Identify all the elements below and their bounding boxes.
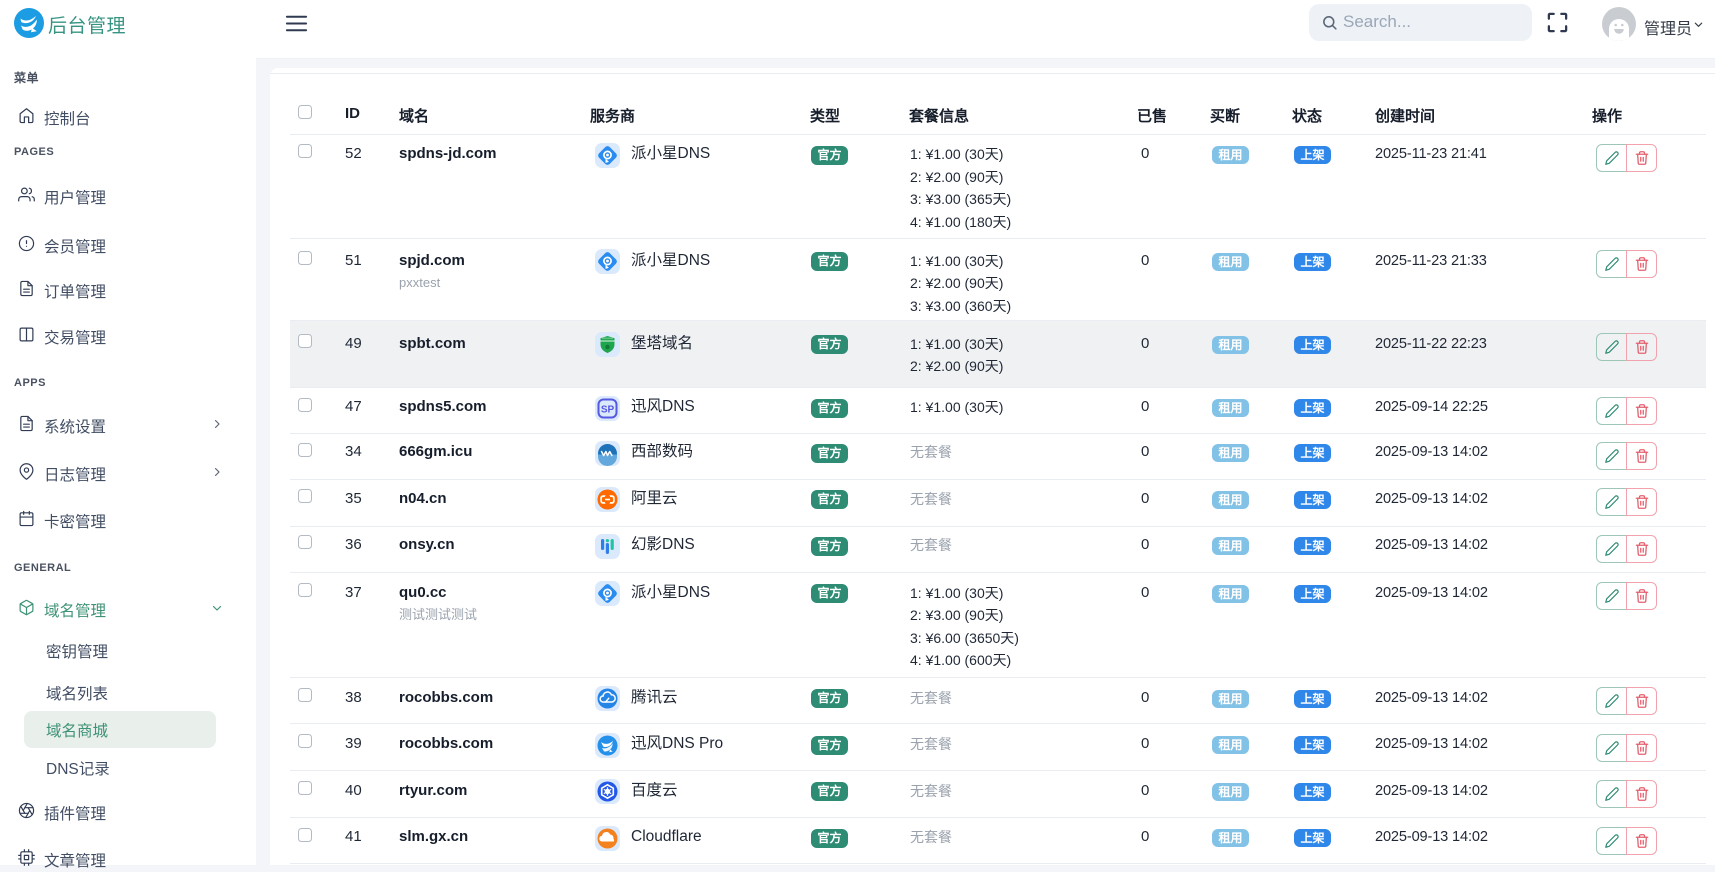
svg-text:SP: SP bbox=[601, 404, 615, 415]
